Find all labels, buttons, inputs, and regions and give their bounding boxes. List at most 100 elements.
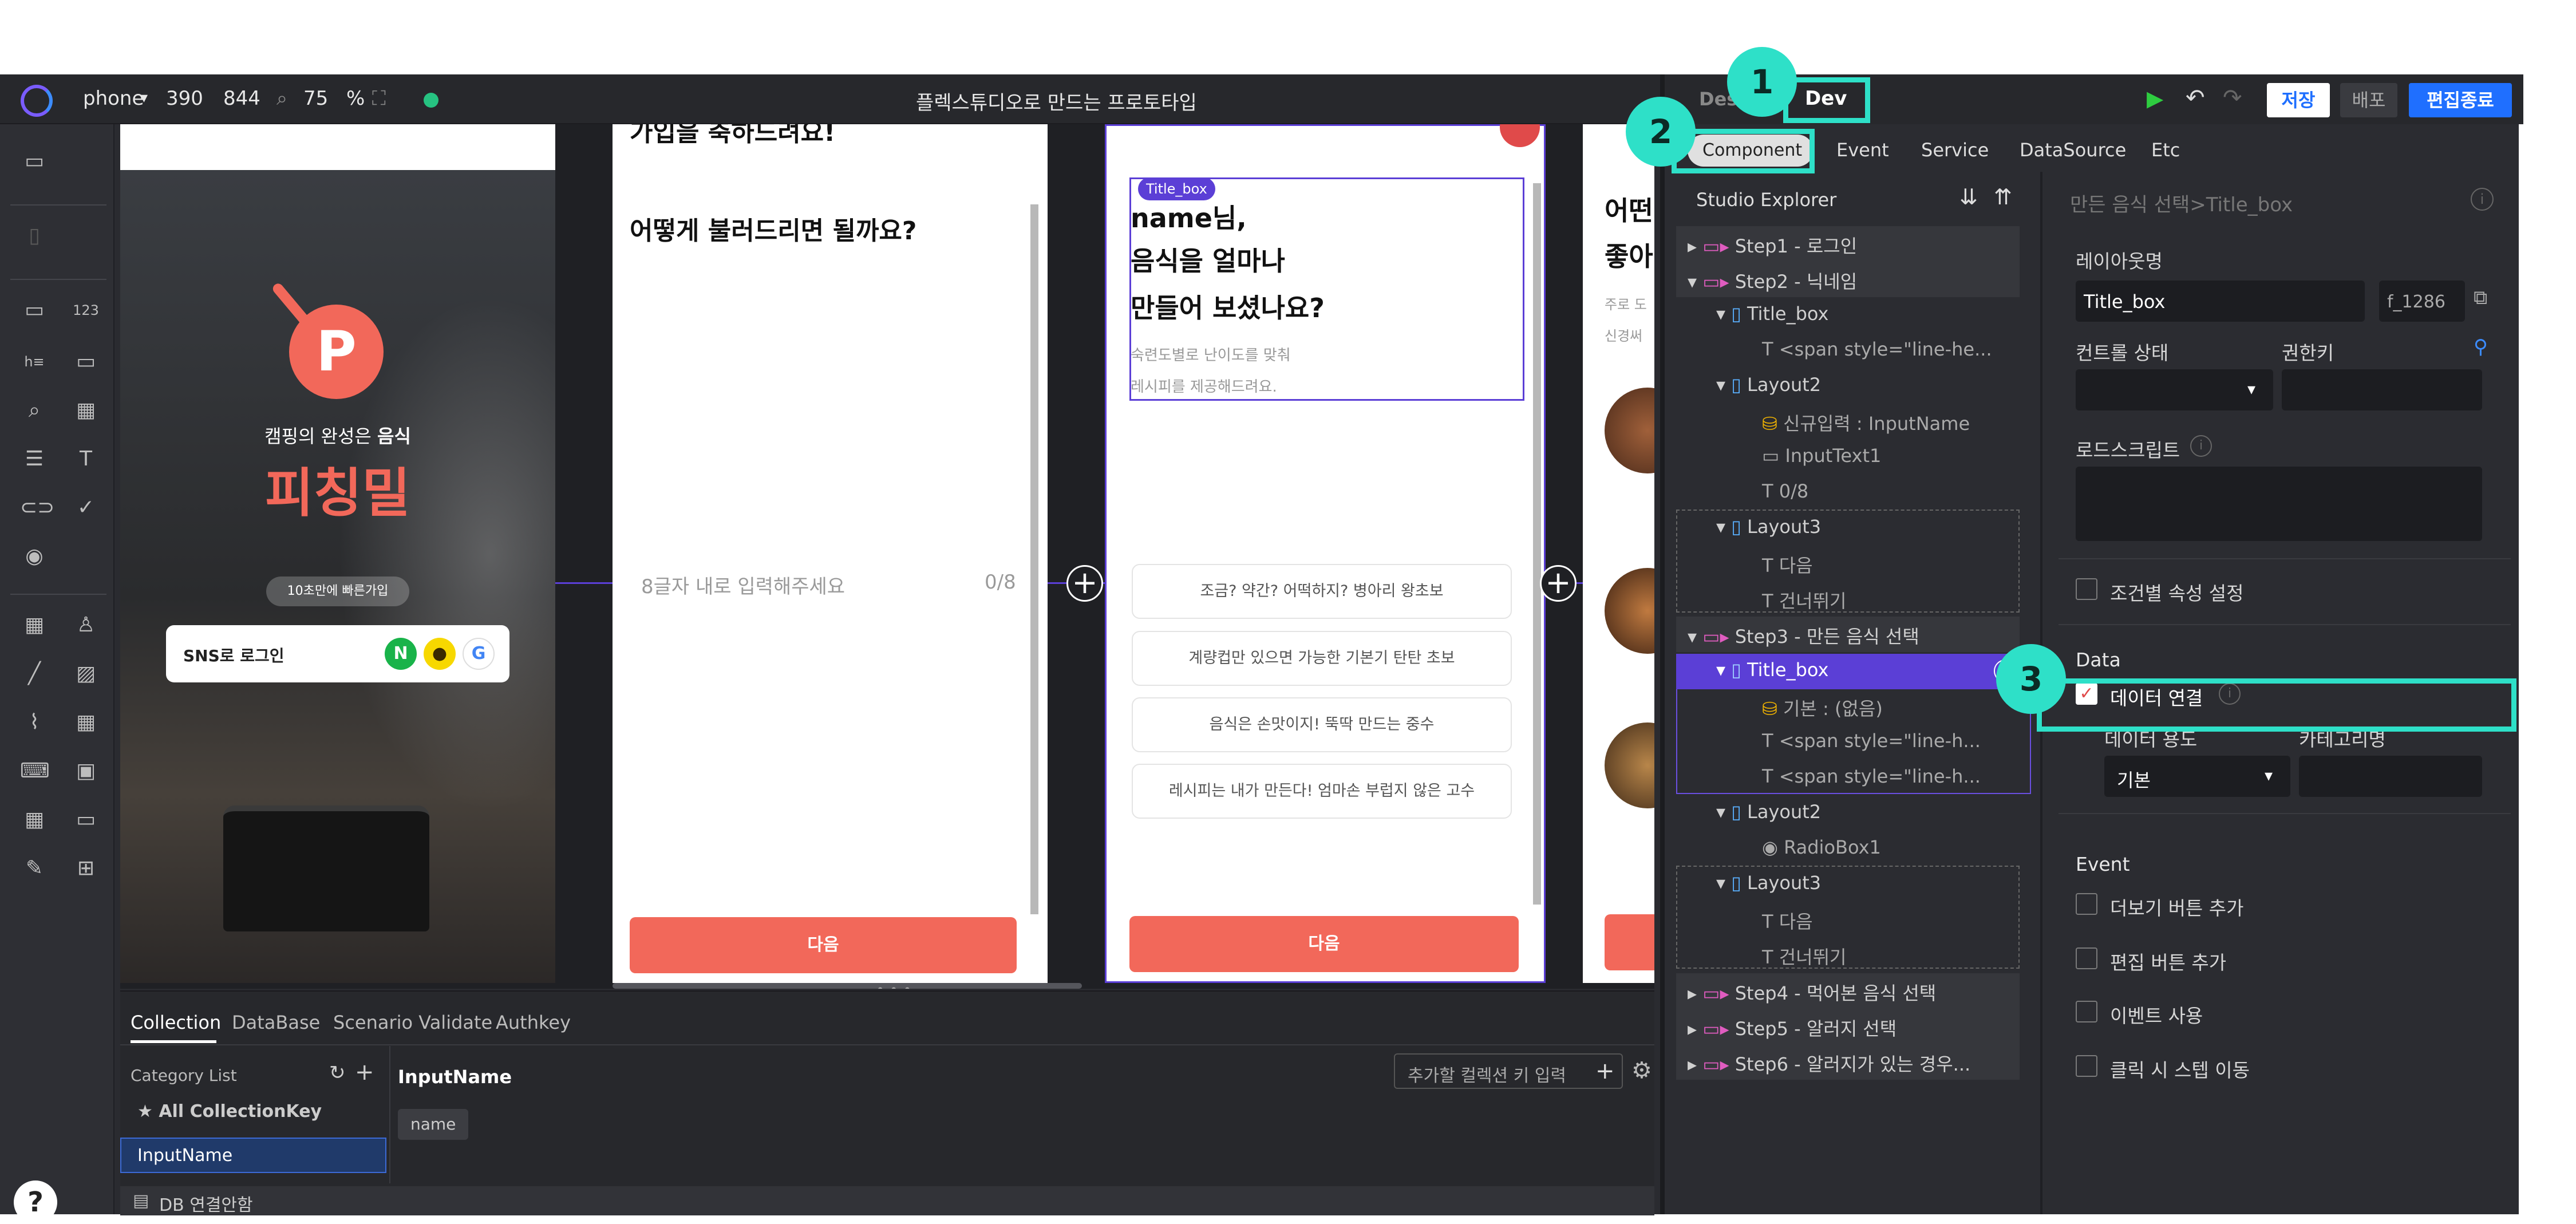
tab-database[interactable]: DataBase: [232, 1012, 320, 1033]
tree-item-radiobox[interactable]: ◉ RadioBox1: [1762, 836, 1881, 858]
tree-item-layout3[interactable]: ▾ ▯ Layout3: [1716, 516, 1821, 538]
skill-option[interactable]: 음식은 손맛이지! 뚝딱 만드는 중수: [1132, 697, 1512, 752]
tree-item-layout2[interactable]: ▾ ▯ Layout2: [1716, 374, 1821, 396]
line-icon[interactable]: ╱: [20, 660, 49, 688]
panel-resize-handle[interactable]: • • •: [876, 982, 912, 989]
exit-edit-button[interactable]: 편집종료: [2409, 83, 2512, 117]
tree-item-span[interactable]: T <span style="line-h...: [1762, 765, 1981, 787]
radio-icon[interactable]: ◉: [20, 542, 49, 571]
stamp-icon[interactable]: ♙: [72, 611, 100, 639]
layout-name-input[interactable]: Title_box: [2076, 281, 2365, 322]
tab-service[interactable]: Service: [1921, 139, 1989, 161]
copy-icon[interactable]: ⧉: [2474, 286, 2487, 309]
schedule-icon[interactable]: ▦: [72, 708, 100, 737]
input-icon[interactable]: ▭: [20, 296, 49, 325]
screen-step1-login[interactable]: P 캠핑의 완성은 음식 피칭밀 10초만에 빠른가입 SNS로 로그인 N ●…: [120, 124, 555, 983]
tree-item-step6[interactable]: ▸ ▭▸ Step6 - 알러지가 있는 경우...: [1688, 1050, 1970, 1076]
collapse-all-icon[interactable]: ⇈: [1994, 184, 2012, 210]
sns-login-card[interactable]: SNS로 로그인 N ● G: [166, 625, 509, 682]
edit-icon[interactable]: ✎: [20, 854, 49, 883]
tab-collection[interactable]: Collection: [131, 1012, 221, 1033]
save-button[interactable]: 저장: [2267, 83, 2330, 117]
skill-option[interactable]: 레시피는 내가 만든다! 엄마손 부럽지 않은 고수: [1132, 764, 1512, 819]
conditional-attr-checkbox[interactable]: [2076, 578, 2097, 600]
help-button[interactable]: ?: [14, 1180, 57, 1224]
button-icon[interactable]: ▭: [72, 348, 100, 376]
tree-item-span[interactable]: T <span style="line-he...: [1762, 338, 1992, 360]
add-key-icon[interactable]: +: [1595, 1058, 1615, 1084]
chevron-down-icon[interactable]: ▾: [140, 89, 148, 106]
selected-collection-key[interactable]: InputName: [120, 1138, 386, 1173]
add-icon[interactable]: +: [355, 1059, 374, 1085]
calendar-icon[interactable]: ▦: [72, 396, 100, 425]
tree-item-step1[interactable]: ▸ ▭▸ Step1 - 로그인: [1688, 232, 1857, 258]
add-step-button[interactable]: +: [1066, 565, 1103, 602]
more-button-checkbox[interactable]: [2076, 893, 2097, 915]
control-state-select[interactable]: ▾: [2076, 369, 2273, 410]
date-icon[interactable]: ▦: [20, 611, 49, 639]
tree-item-counter[interactable]: T 0/8: [1762, 480, 1808, 502]
next-button[interactable]: 다음: [630, 917, 1017, 973]
page-icon[interactable]: ▭: [20, 147, 49, 176]
text-icon[interactable]: T: [72, 445, 100, 473]
google-icon[interactable]: G: [463, 638, 495, 670]
next-button[interactable]: 다음: [1129, 916, 1519, 972]
gear-icon[interactable]: ⚙: [1631, 1057, 1652, 1084]
deploy-button[interactable]: 배포: [2340, 83, 2397, 117]
category-input[interactable]: [2299, 756, 2482, 797]
app-logo[interactable]: [21, 85, 53, 117]
zoom-value[interactable]: 75: [303, 87, 328, 110]
all-collection-key[interactable]: ★ All CollectionKey: [137, 1101, 322, 1122]
tab-etc[interactable]: Etc: [2151, 139, 2180, 161]
scrollbar[interactable]: [1533, 183, 1541, 905]
expand-all-icon[interactable]: ⇊: [1959, 184, 1978, 210]
naver-icon[interactable]: N: [385, 638, 417, 670]
use-event-checkbox[interactable]: [2076, 1001, 2097, 1022]
device-height[interactable]: 844: [223, 87, 260, 110]
redo-icon[interactable]: ↷: [2223, 85, 2242, 111]
tree-item-skip[interactable]: T 건너뛰기: [1762, 943, 1846, 969]
tree-item-title-box-selected[interactable]: ▾ ▯ Title_box: [1716, 659, 1828, 681]
data-usage-select[interactable]: 기본 ▾: [2104, 756, 2290, 797]
undo-icon[interactable]: ↶: [2186, 85, 2205, 111]
tree-item-step5[interactable]: ▸ ▭▸ Step5 - 알러지 선택: [1688, 1014, 1897, 1041]
search-tool-icon[interactable]: ⌕: [20, 396, 49, 425]
attach-icon[interactable]: ⌇: [20, 708, 49, 737]
folder-icon[interactable]: ▭: [72, 806, 100, 834]
tab-event[interactable]: Event: [1836, 139, 1889, 161]
fit-icon[interactable]: ⛶: [372, 87, 386, 110]
timer-icon[interactable]: ▣: [72, 757, 100, 785]
permission-key-input[interactable]: [2282, 369, 2482, 410]
device-select[interactable]: phone: [83, 87, 144, 110]
tree-item-inputtext[interactable]: ▭ InputText1: [1762, 445, 1881, 467]
screen-step4-partial[interactable]: 어떤 좋아 주로 도 신경써: [1583, 124, 1654, 983]
tree-item-layout3[interactable]: ▾ ▯ Layout3: [1716, 872, 1821, 894]
check-icon[interactable]: ✓: [72, 493, 100, 522]
textarea-icon[interactable]: ☰: [20, 445, 49, 473]
tree-item-title-box[interactable]: ▾ ▯ Title_box: [1716, 303, 1828, 325]
number-icon[interactable]: 123: [72, 296, 100, 325]
play-icon[interactable]: ▶: [2147, 86, 2163, 111]
load-script-textarea[interactable]: [2076, 467, 2482, 541]
skill-option[interactable]: 계량컵만 있으면 가능한 기본기 탄탄 초보: [1132, 631, 1512, 686]
device-width[interactable]: 390: [166, 87, 203, 110]
tree-item-skip[interactable]: T 건너뛰기: [1762, 587, 1846, 613]
skill-option[interactable]: 조금? 약간? 어떡하지? 병아리 왕초보: [1132, 564, 1512, 619]
key-input[interactable]: 추가할 컬렉션 키 입력 +: [1394, 1053, 1623, 1089]
info-icon[interactable]: i: [2190, 435, 2212, 457]
screen-step3-cooking[interactable]: Title_box name님, 음식을 얼마나 만들어 보셨나요? 숙련도별로…: [1105, 124, 1546, 983]
next-button-partial[interactable]: [1605, 914, 1654, 970]
nickname-input[interactable]: 8글자 내로 입력해주세요: [641, 571, 845, 599]
scrollbar[interactable]: [1030, 204, 1038, 914]
link-icon[interactable]: ⚲: [2474, 335, 2488, 358]
add-step-button[interactable]: +: [1540, 565, 1577, 602]
tree-item-step3[interactable]: ▾ ▭▸ Step3 - 만든 음식 선택: [1688, 622, 1919, 649]
key-chip[interactable]: name: [398, 1109, 469, 1140]
tree-item-default-binding[interactable]: ⛁ 기본 : (없음): [1762, 694, 1883, 721]
tree-icon[interactable]: ⊞: [72, 854, 100, 883]
tree-item-step4[interactable]: ▸ ▭▸ Step4 - 먹어본 음식 선택: [1688, 979, 1936, 1005]
click-step-checkbox[interactable]: [2076, 1055, 2097, 1077]
kakao-icon[interactable]: ●: [424, 638, 456, 670]
image-icon[interactable]: ▨: [72, 660, 100, 688]
horizontal-scrollbar[interactable]: [613, 983, 1082, 989]
